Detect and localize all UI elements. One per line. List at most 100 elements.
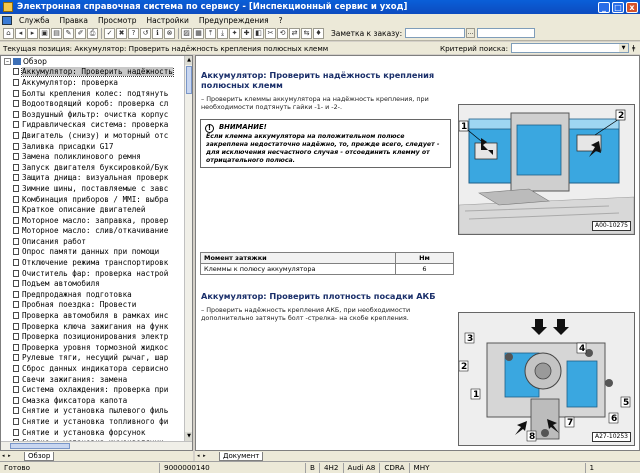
tab-nav-arrows-right[interactable]: ◂ ▸	[197, 453, 219, 459]
exchange-icon[interactable]: ⇆	[301, 27, 312, 39]
menu-help[interactable]: ?	[274, 16, 288, 25]
tree-item[interactable]: Запуск двигателя буксировкой/Бук	[1, 162, 185, 173]
tree-item[interactable]: Описания работ	[1, 236, 185, 247]
tree-item[interactable]: Зимние шины, поставляемые с завс	[1, 183, 185, 194]
close-button[interactable]: x	[626, 1, 638, 13]
tree-item[interactable]: Снятие и установка топливного фи	[1, 416, 185, 427]
tree-item[interactable]: Заливка присадки G17	[1, 141, 185, 152]
menu-view[interactable]: Просмотр	[93, 16, 142, 25]
figure-battery-terminals[interactable]: 1 2 A00-10275	[458, 104, 635, 235]
tree-item[interactable]: Сброс данных индикатора сервисно	[1, 363, 185, 374]
menu-settings[interactable]: Настройки	[142, 16, 194, 25]
tree-item[interactable]: Замена поликлинового ремня	[1, 151, 185, 162]
star-icon[interactable]: ✦	[229, 27, 240, 39]
tree-item[interactable]: Проверка автомобиля в рамках инс	[1, 310, 185, 321]
tree-item[interactable]: Подъем автомобиля	[1, 278, 185, 289]
tree-item[interactable]: Предпродажная подготовка	[1, 289, 185, 300]
tree-item[interactable]: Двигатель (снизу) и моторный отс	[1, 130, 185, 141]
menu-warnings[interactable]: Предупреждения	[194, 16, 274, 25]
forward-icon[interactable]: ▸	[27, 27, 38, 39]
menu-service[interactable]: Служба	[14, 16, 54, 25]
split-icon[interactable]: ◧	[253, 27, 264, 39]
position-bar: Текущая позиция: Аккумулятор: Проверить …	[0, 42, 640, 54]
home-icon[interactable]: ⌂	[3, 27, 14, 39]
search-criteria-select[interactable]: ▼	[511, 43, 629, 53]
tree-item[interactable]: Очиститель фар: проверка настрой	[1, 268, 185, 279]
tree-item[interactable]: Проверка позиционирования электр	[1, 331, 185, 342]
tree-vertical-scrollbar[interactable]: ▲ ▼	[184, 56, 192, 441]
search-criteria-label: Критерий поиска:	[439, 43, 508, 53]
menu-edit[interactable]: Правка	[54, 16, 93, 25]
title-bar: Электронная справочная система по сервис…	[0, 0, 640, 14]
section1-step: – Проверить клеммы аккумулятора на надёж…	[201, 95, 429, 111]
undo-icon[interactable]: ⟲	[277, 27, 288, 39]
tree-item[interactable]: Аккумулятор: проверка	[1, 77, 185, 88]
download-icon[interactable]: ⤓	[217, 27, 228, 39]
toolbar-separator	[101, 27, 102, 39]
tree-item[interactable]: Защита днища: визуальная проверк	[1, 173, 185, 184]
tree-item[interactable]: Снятие и установка форсунок	[1, 427, 185, 438]
tree-item[interactable]: Краткое описание двигателей	[1, 204, 185, 215]
tree-root[interactable]: – Обзор	[1, 56, 185, 67]
list-icon[interactable]: ▤	[51, 27, 62, 39]
open-icon[interactable]: ▣	[39, 27, 50, 39]
tree-item[interactable]: Моторное масло: слив/откачивание	[1, 226, 185, 237]
tree-item[interactable]: Воздушный фильтр: очистка корпус	[1, 109, 185, 120]
edit-icon[interactable]: ✎	[63, 27, 74, 39]
tree-item[interactable]: Моторное масло: заправка, провер	[1, 215, 185, 226]
pin-icon[interactable]: ǂ	[632, 44, 640, 52]
tree-item[interactable]: Отключение режима транспортировк	[1, 257, 185, 268]
swap-icon[interactable]: ⇄	[289, 27, 300, 39]
check-icon[interactable]: ✓	[104, 27, 115, 39]
tree-item[interactable]: Снятие и установка пылевого филь	[1, 406, 185, 417]
tab-document[interactable]: Документ	[219, 451, 264, 461]
tree-item[interactable]: Гидравлическая система: проверка	[1, 120, 185, 131]
tab-overview[interactable]: Обзор	[24, 451, 55, 461]
image-icon[interactable]: ▨	[181, 27, 192, 39]
tab-nav-arrows[interactable]: ◂ ▸	[2, 453, 24, 459]
tree-item[interactable]: Водоотводящий короб: проверка сл	[1, 98, 185, 109]
chevron-down-icon[interactable]: ▼	[619, 44, 628, 52]
tree-item[interactable]: Болты крепления колес: подтянуть	[1, 88, 185, 99]
tree-item[interactable]: Проверка ключа зажигания на функ	[1, 321, 185, 332]
table-icon[interactable]: ▦	[193, 27, 204, 39]
print-icon[interactable]: ⎙	[87, 27, 98, 39]
tree-horizontal-scrollbar[interactable]	[1, 441, 192, 450]
hscroll-thumb[interactable]	[10, 443, 70, 449]
info-icon[interactable]: ℹ	[152, 27, 163, 39]
table-row: Клеммы к полюсу аккумулятора 6	[200, 263, 454, 275]
back-icon[interactable]: ◂	[15, 27, 26, 39]
note-icon[interactable]: ✐	[75, 27, 86, 39]
cut-icon[interactable]: ✂	[265, 27, 276, 39]
help-icon[interactable]: ?	[128, 27, 139, 39]
scroll-down-icon[interactable]: ▼	[185, 432, 192, 441]
tree-item[interactable]: Проверка уровня тормозной жидкос	[1, 342, 185, 353]
tree-item[interactable]: Комбинация приборов / MMI: выбра	[1, 194, 185, 205]
cancel-icon[interactable]: ⊗	[164, 27, 175, 39]
minimize-button[interactable]: _	[598, 1, 610, 13]
document-menu-icon[interactable]	[2, 15, 12, 25]
maximize-button[interactable]: □	[612, 1, 624, 13]
order-note-input[interactable]	[405, 28, 466, 38]
tree-item[interactable]: Рулевые тяги, несущий рычаг, шар	[1, 353, 185, 364]
tree-item[interactable]: Смазка фиксатора капота	[1, 395, 185, 406]
diamond-icon[interactable]: ♦	[313, 27, 324, 39]
stop-icon[interactable]: ✖	[116, 27, 127, 39]
upload-icon[interactable]: ⤒	[205, 27, 216, 39]
toolbar-separator	[178, 27, 179, 39]
tree-item[interactable]: Пробная поездка: Провести	[1, 300, 185, 311]
scroll-thumb[interactable]	[186, 66, 192, 94]
add-icon[interactable]: ✚	[241, 27, 252, 39]
document-icon	[13, 174, 19, 182]
order-note-extra-field[interactable]	[477, 28, 536, 38]
tree-item[interactable]: Свечи зажигания: замена	[1, 374, 185, 385]
order-note-browse-button[interactable]: …	[466, 28, 476, 38]
tree-item[interactable]: Опрос памяти данных при помощи	[1, 247, 185, 258]
collapse-icon[interactable]: –	[4, 57, 11, 65]
tree-item[interactable]: Система охлаждения: проверка при	[1, 384, 185, 395]
scroll-up-icon[interactable]: ▲	[185, 56, 192, 65]
document-icon	[13, 89, 19, 97]
refresh-icon[interactable]: ↺	[140, 27, 151, 39]
figure-battery-mount[interactable]: 3 4 2 1 5 6 7 8 A27-10253	[458, 312, 635, 446]
tree-item[interactable]: Аккумулятор: Проверить надёжность	[1, 66, 185, 78]
